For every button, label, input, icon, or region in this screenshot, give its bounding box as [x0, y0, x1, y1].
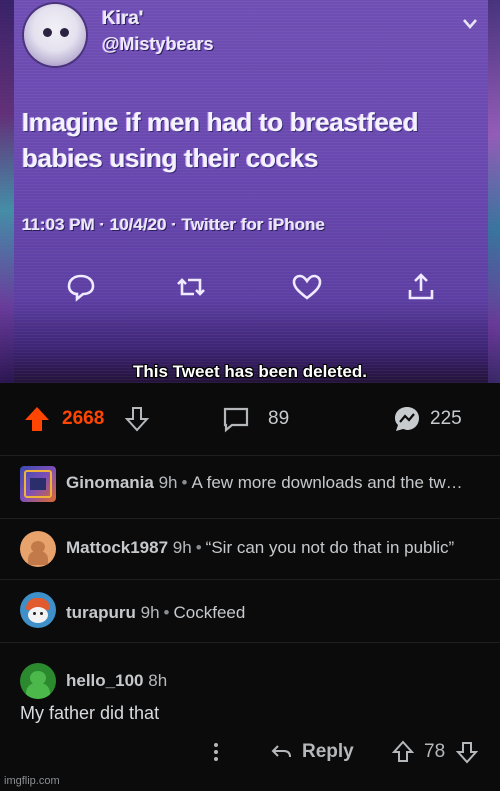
comment-body: My father did that: [20, 703, 160, 723]
comment-username[interactable]: Ginomania: [66, 473, 154, 492]
comment-age: 9h: [172, 538, 192, 557]
comment-preview: “Sir can you not do that in public”: [205, 538, 455, 557]
avatar: [20, 531, 56, 567]
comment-age: 8h: [148, 671, 168, 690]
comment-icon: [223, 407, 249, 433]
post-action-bar: 2668 89 225: [0, 383, 500, 455]
avatar: [20, 592, 56, 628]
chevron-down-icon: [463, 19, 477, 29]
downvote-button[interactable]: [124, 403, 150, 435]
comment-action-bar: Reply 78: [0, 730, 500, 774]
comment-preview: A few more downloads and the tw…: [191, 473, 463, 492]
tweet-actions: [0, 270, 500, 304]
reply-icon: [67, 274, 95, 302]
tweet-text: Imagine if men had to breastfeed babies …: [22, 107, 419, 173]
comment-username[interactable]: turapuru: [66, 603, 136, 622]
retweet-icon: [177, 278, 205, 296]
downvote-icon: [124, 407, 150, 432]
watermark: imgflip.com: [4, 775, 60, 787]
reply-arrow-icon: [271, 745, 291, 758]
award-count: 225: [430, 408, 462, 429]
comment-header: turapuru 9h • Cockfeed: [66, 603, 246, 622]
upvote-button[interactable]: [22, 403, 52, 435]
comment-downvote-button[interactable]: [456, 738, 478, 766]
comment-count: 89: [268, 408, 290, 429]
comment-collapsed[interactable]: Mattock1987 9h • “Sir can you not do that …: [0, 519, 500, 579]
comment-header: Ginomania 9h • A few more downloads and th…: [66, 473, 463, 492]
reply-button[interactable]: Reply: [270, 738, 354, 766]
share-icon: [408, 273, 434, 300]
comment-collapsed[interactable]: Ginomania 9h • A few more downloads and th…: [0, 456, 500, 518]
comment-expanded: hello_100 8h My father did that: [0, 643, 500, 733]
tweet-avatar: [24, 4, 86, 66]
chat-bubble-icon: [395, 407, 419, 431]
comment-upvote-button[interactable]: [392, 738, 414, 766]
tweet-deleted-notice: This Tweet has been deleted.: [133, 362, 367, 381]
awards-button[interactable]: [392, 403, 422, 435]
downvote-icon: [456, 742, 478, 764]
reply-label: Reply: [302, 741, 354, 762]
upvote-icon: [25, 407, 49, 431]
more-options-button[interactable]: [212, 738, 220, 766]
avatar: [20, 466, 56, 502]
comment-preview: Cockfeed: [173, 603, 246, 622]
tweet-image: Kira' @Mistybears Imagine if men had to …: [0, 0, 500, 383]
comment-age: 9h: [158, 473, 178, 492]
comment-header: Mattock1987 9h • “Sir can you not do that …: [66, 538, 455, 557]
post-score: 2668: [62, 408, 105, 429]
comment-collapsed[interactable]: turapuru 9h • Cockfeed: [0, 580, 500, 642]
tweet-handle: @Mistybears: [102, 34, 214, 54]
more-vertical-icon: [214, 743, 218, 761]
tweet-display-name: Kira': [102, 8, 144, 29]
comment-age: 9h: [140, 603, 160, 622]
upvote-icon: [392, 740, 414, 762]
tweet-meta: 11:03 PM · 10/4/20 · Twitter for iPhone: [22, 215, 325, 234]
like-icon: [292, 274, 322, 300]
comments-button[interactable]: [222, 403, 250, 435]
comment-username[interactable]: Mattock1987: [66, 538, 168, 557]
comment-header: hello_100 8h: [66, 671, 167, 691]
comment-score: 78: [424, 741, 446, 762]
avatar: [20, 663, 56, 699]
comment-username[interactable]: hello_100: [66, 671, 144, 690]
